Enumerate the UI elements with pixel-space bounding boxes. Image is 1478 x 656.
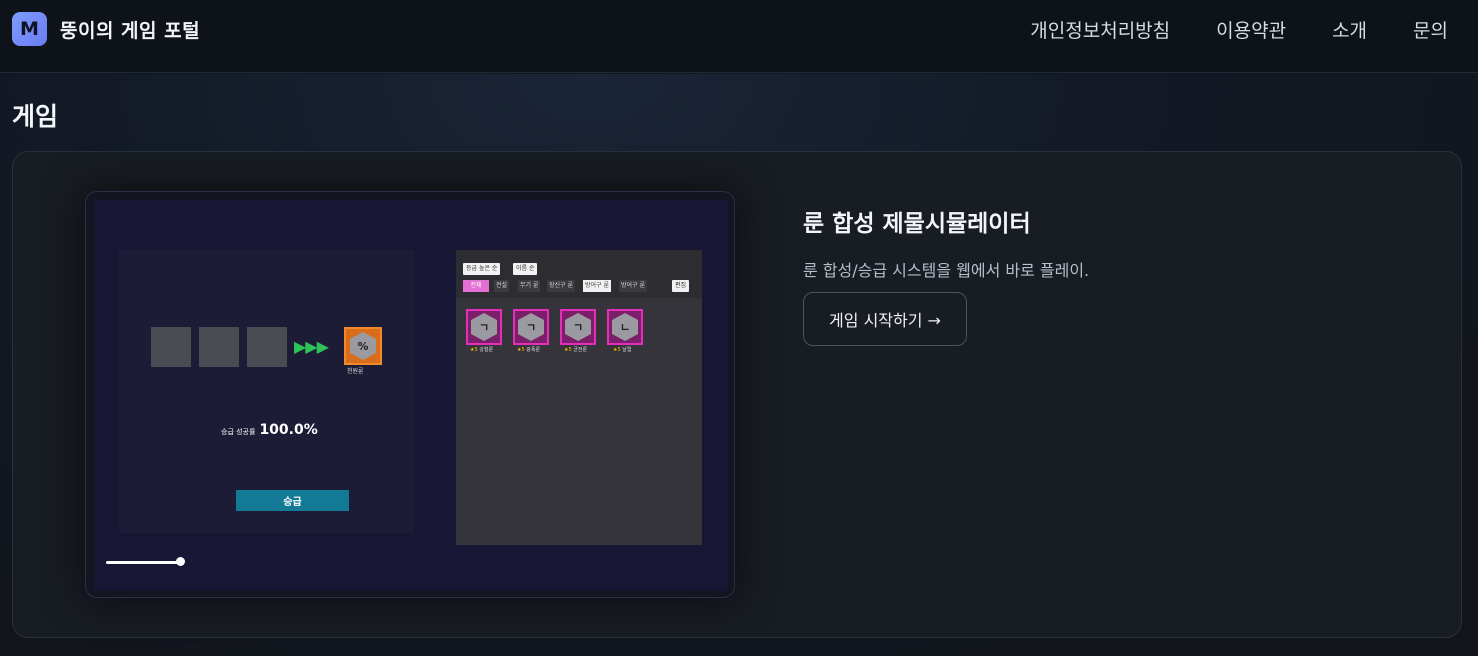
site-header: M 뚱이의 게임 포털 개인정보처리방침 이용약관 소개 문의: [0, 0, 1478, 73]
sort-option: 등급 높은 순: [463, 263, 501, 275]
nav-privacy-link[interactable]: 개인정보처리방침: [1030, 16, 1170, 43]
rune-name: ★5 광폭룬: [517, 347, 541, 353]
rune-name: ★5 균전룬: [564, 347, 588, 353]
rune-icon: %: [350, 332, 376, 360]
rune-name: ★5 날렵: [613, 347, 632, 353]
success-rate-label: 승급 성공률: [221, 428, 256, 436]
rune-icon: ㄱ: [565, 313, 591, 341]
inventory-tab: 장신구 룬: [547, 280, 575, 292]
start-game-button[interactable]: 게임 시작하기 →: [803, 292, 967, 346]
upgrade-button: 승급: [236, 490, 349, 511]
game-description: 룬 합성/승급 시스템을 웹에서 바로 플레이.: [803, 261, 1090, 280]
success-rate-value: 100.0%: [259, 422, 318, 438]
thumbnail-screen: ▶▶▶ % 천원룬 승급 성공률 100.0% 승급 등급 높은 순 이름 순 …: [94, 200, 728, 591]
rune-card: ㄱ: [466, 309, 502, 345]
inventory-tab: 방어구 룬: [583, 280, 611, 292]
nav-about-link[interactable]: 소개: [1332, 16, 1367, 43]
nav-terms-link[interactable]: 이용약관: [1216, 16, 1286, 43]
arrow-icon: ▶▶▶: [294, 337, 329, 356]
edit-chip: 편집: [672, 280, 690, 292]
fusion-slot: [247, 327, 287, 367]
fusion-slot: [151, 327, 191, 367]
success-rate: 승급 성공률 100.0%: [221, 422, 318, 438]
thumbnail-fusion-panel: ▶▶▶ % 천원룬 승급 성공률 100.0% 승급: [119, 250, 414, 533]
main-nav: 개인정보처리방침 이용약관 소개 문의: [1030, 16, 1448, 43]
rune-icon: ㄱ: [518, 313, 544, 341]
section-title: 게임: [12, 102, 59, 131]
rune-card: ㄴ: [607, 309, 643, 345]
thumbnail-inventory-panel: 등급 높은 순 이름 순 전체 전설 무기 룬 장신구 룬 방어구 룬 방어구 …: [456, 250, 702, 545]
inventory-tab: 방어구 룬: [619, 280, 647, 292]
rune-name: ★5 강철룬: [470, 347, 494, 353]
result-rune: %: [344, 327, 382, 365]
game-thumbnail[interactable]: ▶▶▶ % 천원룬 승급 성공률 100.0% 승급 등급 높은 순 이름 순 …: [85, 191, 735, 598]
nav-contact-link[interactable]: 문의: [1413, 16, 1448, 43]
result-rune-label: 천원룬: [347, 368, 364, 375]
rune-card: ㄱ: [560, 309, 596, 345]
rune-icon: ㄴ: [612, 313, 638, 341]
volume-slider-track: [106, 561, 178, 564]
inventory-tab: 전체: [463, 280, 489, 292]
rune-icon: ㄱ: [471, 313, 497, 341]
fusion-slot: [199, 327, 239, 367]
sort-option: 이름 순: [513, 263, 538, 275]
volume-slider-knob: [176, 557, 185, 566]
game-title: 룬 합성 제물시뮬레이터: [803, 211, 1031, 237]
site-title[interactable]: 뚱이의 게임 포털: [60, 16, 200, 43]
logo-badge[interactable]: M: [12, 12, 47, 46]
inventory-tab: 전설: [494, 280, 510, 292]
inventory-tab: 무기 룬: [518, 280, 541, 292]
rune-card: ㄱ: [513, 309, 549, 345]
